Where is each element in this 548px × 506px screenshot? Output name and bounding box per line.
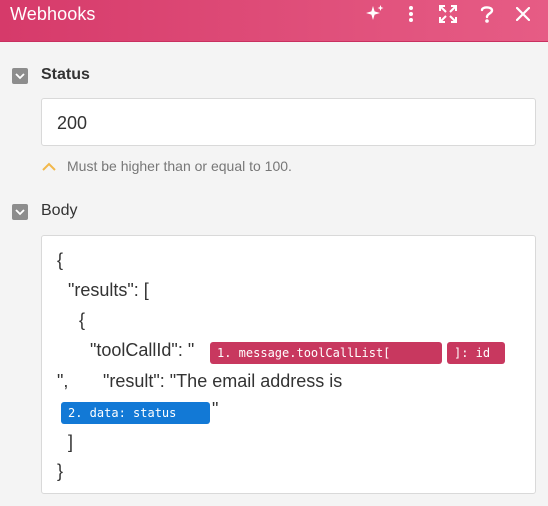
more-vertical-icon[interactable] — [400, 3, 422, 25]
status-hint-text: Must be higher than or equal to 100. — [67, 158, 292, 174]
module-title: Webhooks — [10, 4, 96, 24]
mapping-pill-tool-call-list[interactable]: 1. message.toolCallList[ — [210, 342, 442, 364]
code-line: "toolCallId": " — [90, 340, 195, 360]
code-line: "results": [ — [68, 280, 149, 300]
code-line: "result": "The email address is — [103, 371, 343, 391]
code-line: " — [212, 399, 219, 419]
code-line: { — [79, 310, 86, 330]
body-label: Body — [41, 202, 78, 219]
body-collapse-toggle[interactable] — [12, 204, 28, 220]
expand-icon[interactable] — [437, 3, 459, 25]
code-line: } — [57, 461, 64, 481]
close-icon[interactable] — [512, 3, 534, 25]
module-header: Webhooks — [0, 0, 548, 42]
chevron-down-icon — [15, 72, 25, 79]
code-line: ", — [57, 371, 69, 391]
mapping-pill-data-status[interactable]: 2. data: status — [61, 402, 210, 424]
status-label: Status — [41, 66, 90, 83]
sparkle-icon[interactable] — [364, 3, 386, 25]
code-line: { — [57, 250, 64, 270]
code-line: ] — [68, 432, 74, 452]
status-input[interactable]: 200 — [41, 98, 536, 146]
status-collapse-toggle[interactable] — [12, 68, 28, 84]
status-hint: Must be higher than or equal to 100. — [42, 158, 292, 174]
chevron-up-icon — [42, 162, 56, 171]
body-editor[interactable]: { "results": [ { "toolCallId": " 1. mess… — [41, 235, 536, 494]
chevron-down-icon — [15, 208, 25, 215]
help-icon[interactable] — [476, 3, 498, 25]
mapping-pill-id[interactable]: ]: id — [447, 342, 505, 364]
